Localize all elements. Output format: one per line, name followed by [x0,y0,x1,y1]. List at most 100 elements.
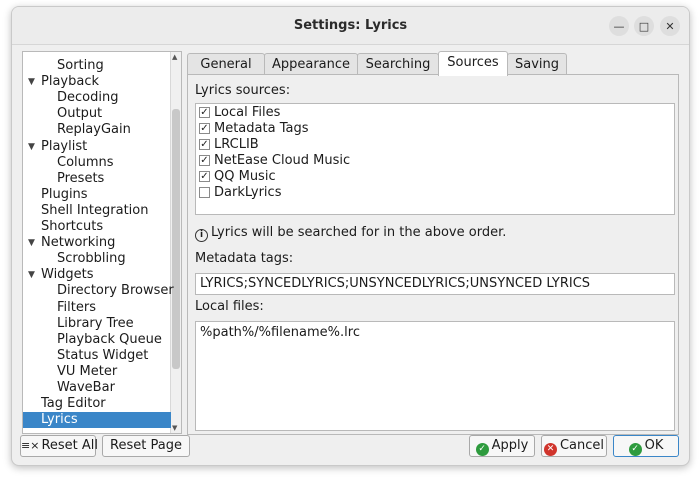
maximize-button[interactable]: □ [634,16,654,36]
tab-sources[interactable]: Sources [438,51,508,76]
source-item-label: Metadata Tags [214,121,309,136]
tab-general[interactable]: General [187,53,265,76]
sidebar-item[interactable]: ReplayGain [23,122,171,138]
sidebar-item-label: Decoding [57,90,119,106]
scroll-thumb[interactable] [172,109,180,369]
expand-arrow-icon[interactable]: ▼ [28,74,35,90]
sidebar-item-label: Widgets [41,267,94,283]
sources-panel: Lyrics sources: ✓ Local Files ✓ Metadata Ta… [187,74,679,435]
close-button[interactable]: ✕ [660,16,680,36]
apply-button[interactable]: ✓ Apply [469,435,535,457]
expand-arrow-icon[interactable]: ▼ [28,235,35,251]
scroll-down-icon[interactable]: ▼ [172,424,177,432]
sidebar-item-label: Directory Browser [57,283,174,299]
sidebar-item[interactable]: Presets [23,171,171,187]
sidebar-item-label: Playback Queue [57,331,162,347]
reset-page-label: Reset Page [110,438,182,453]
sidebar-item-label: Shell Integration [41,202,149,218]
lyrics-sources-list[interactable]: ✓ Local Files ✓ Metadata Tags ✓ LRCLIB ✓ NetEas… [195,103,675,215]
reset-all-label: Reset All [41,438,99,453]
ok-button[interactable]: ✓ OK [613,435,679,457]
tab-saving[interactable]: Saving [507,53,567,76]
sidebar-item-label: Filters [57,299,96,315]
sidebar-item[interactable]: Library Tree [23,316,171,332]
sidebar-item[interactable]: Directory Browser [23,283,174,299]
order-info: i Lyrics will be searched for in the abov… [195,225,506,242]
sidebar-item-label: Columns [57,154,114,170]
ok-label: OK [644,438,664,453]
info-icon: i [195,229,208,242]
reset-all-button[interactable]: ≡× Reset All [20,435,99,457]
sidebar-item[interactable]: Status Widget [23,348,171,364]
title-bar: Settings: Lyrics — □ ✕ [12,7,689,45]
sidebar-item-label: Status Widget [57,347,149,363]
tab-appearance[interactable]: Appearance [264,53,358,76]
ok-check-icon: ✓ [628,443,642,456]
sidebar-item[interactable]: Shell Integration [23,203,171,219]
sidebar-item[interactable]: ▼ Playback [23,74,171,90]
sidebar-item[interactable]: Decoding [23,90,171,106]
metadata-tags-label: Metadata tags: [195,251,294,266]
checkbox-checked-icon[interactable]: ✓ [199,171,210,182]
cancel-button[interactable]: ✕ Cancel [541,435,607,457]
settings-window: Settings: Lyrics — □ ✕ ▲ ▼ Sorting ▼ Playb… [11,6,690,466]
checkbox-checked-icon[interactable]: ✓ [199,123,210,134]
sidebar-item-label: Scrobbling [57,251,126,267]
sidebar-item[interactable]: ▼ Playlist [23,139,171,155]
reset-page-button[interactable]: Reset Page [102,435,190,457]
apply-label: Apply [491,438,529,453]
sidebar-item[interactable]: Output [23,106,171,122]
sidebar-item-label: Tag Editor [41,396,106,412]
sidebar-item-label: ReplayGain [57,122,131,138]
metadata-tags-input[interactable]: LYRICS;SYNCEDLYRICS;UNSYNCEDLYRICS;UNSYN… [195,273,675,295]
expand-arrow-icon[interactable]: ▼ [28,267,35,283]
sidebar-item[interactable]: Columns [23,155,171,171]
sidebar-item[interactable]: Tag Editor [23,396,171,412]
check-icon: ✓ [475,443,489,456]
sidebar-item[interactable]: Plugins [23,187,171,203]
checkbox-checked-icon[interactable]: ✓ [199,139,210,150]
sidebar-item-label: Playlist [41,138,88,154]
sidebar-item[interactable]: Shortcuts [23,219,171,235]
sidebar-item[interactable]: Playback Queue [23,332,171,348]
sidebar-item-label: VU Meter [57,363,118,379]
checkbox-checked-icon[interactable]: ✓ [199,107,210,118]
source-item-label: QQ Music [214,169,276,184]
sidebar-item-label: Sorting [57,58,104,73]
minimize-button[interactable]: — [609,16,629,36]
sidebar-item[interactable]: Scrobbling [23,251,171,267]
source-item-label: DarkLyrics [214,185,282,200]
local-files-label: Local files: [195,299,264,314]
sidebar-item-label: Playback [41,74,100,90]
expand-arrow-icon[interactable]: ▼ [28,139,35,155]
checkbox-checked-icon[interactable]: ✓ [199,155,210,166]
sidebar-item[interactable]: VU Meter [23,364,171,380]
sidebar-item-label: Library Tree [57,315,134,331]
close-icon: ✕ [665,19,675,33]
tree-scrollbar[interactable]: ▲ ▼ [170,52,181,433]
reset-all-icon: ≡× [21,439,40,452]
sidebar-item-label: Shortcuts [41,219,104,234]
minimize-icon: — [613,19,625,33]
source-item-label: NetEase Cloud Music [214,153,351,168]
sidebar-item[interactable]: Filters [23,300,171,316]
sidebar-item[interactable]: ▼ Networking [23,235,171,251]
window-title: Settings: Lyrics [293,18,408,33]
sidebar-item[interactable]: ▼ Widgets [23,267,171,283]
local-files-input[interactable]: %path%/%filename%.lrc [195,321,675,431]
sidebar-item-label: Output [57,106,103,122]
scroll-up-icon[interactable]: ▲ [172,53,177,61]
lyrics-sources-label: Lyrics sources: [195,83,291,98]
sidebar-item-label: WaveBar [57,380,115,395]
sidebar-item[interactable]: Lyrics [23,412,171,429]
sidebar-item[interactable]: WaveBar [23,380,171,396]
settings-tree[interactable]: ▲ ▼ Sorting ▼ Playback Decoding Output Replay… [22,51,182,434]
sidebar-item-label: Plugins [41,186,88,202]
sidebar-item-label: Lyrics [41,412,78,428]
checkbox-unchecked-icon[interactable] [199,187,210,198]
order-info-text: Lyrics will be searched for in the above… [211,225,507,240]
tab-searching[interactable]: Searching [357,53,439,76]
sidebar-item[interactable]: Sorting [23,58,171,74]
source-item-label: Local Files [214,105,281,120]
source-item-label: LRCLIB [214,137,259,152]
